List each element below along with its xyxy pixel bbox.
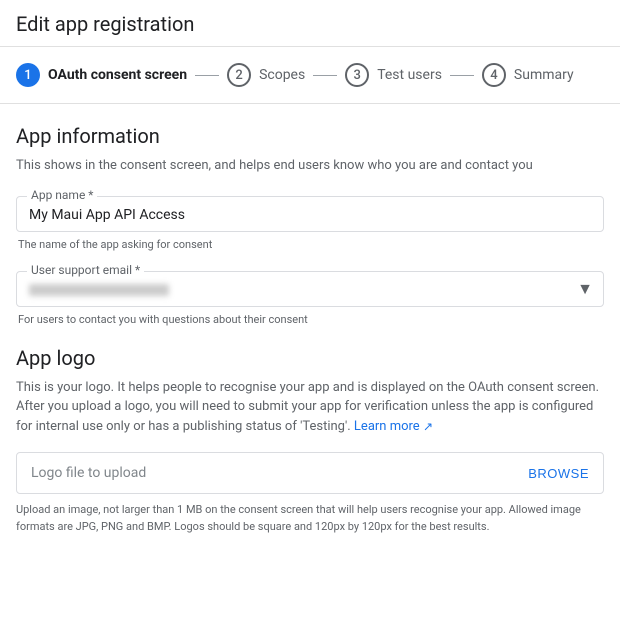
user-email-wrapper[interactable]: User support email * ▼ (16, 271, 604, 307)
app-logo-title: App logo (16, 346, 604, 370)
step-3-circle: 3 (345, 63, 369, 87)
user-email-label: User support email * (27, 263, 144, 277)
logo-upload-label: Logo file to upload (31, 465, 146, 481)
step-3-label: Test users (377, 67, 442, 83)
user-email-display (29, 282, 567, 298)
step-1-circle: 1 (16, 63, 40, 87)
app-name-hint: The name of the app asking for consent (16, 238, 604, 251)
page-header: Edit app registration (0, 0, 620, 47)
app-info-desc: This shows in the consent screen, and he… (16, 156, 604, 176)
app-name-group: App name * The name of the app asking fo… (16, 196, 604, 251)
step-4-label: Summary (514, 67, 574, 83)
app-logo-desc: This is your logo. It helps people to re… (16, 378, 604, 437)
user-email-hint: For users to contact you with questions … (16, 313, 604, 326)
step-divider-2 (313, 75, 337, 76)
step-1-label: OAuth consent screen (48, 67, 187, 83)
step-divider-1 (195, 75, 219, 76)
page-title: Edit app registration (16, 12, 604, 36)
user-email-group: User support email * ▼ For users to cont… (16, 271, 604, 326)
step-3[interactable]: 3 Test users (345, 63, 442, 87)
main-content: App information This shows in the consen… (0, 104, 620, 555)
upload-hint: Upload an image, not larger than 1 MB on… (16, 502, 604, 535)
step-4[interactable]: 4 Summary (482, 63, 574, 87)
external-link-icon: ↗ (423, 419, 433, 433)
learn-more-link[interactable]: Learn more ↗ (354, 419, 433, 434)
stepper: 1 OAuth consent screen 2 Scopes 3 Test u… (0, 47, 620, 104)
step-2-label: Scopes (259, 67, 305, 83)
app-name-wrapper: App name * (16, 196, 604, 232)
step-divider-3 (450, 75, 474, 76)
step-2-circle: 2 (227, 63, 251, 87)
step-4-circle: 4 (482, 63, 506, 87)
app-info-title: App information (16, 124, 604, 148)
browse-button[interactable]: BROWSE (528, 466, 589, 481)
chevron-down-icon: ▼ (577, 279, 593, 299)
step-1[interactable]: 1 OAuth consent screen (16, 63, 187, 87)
logo-upload-box: Logo file to upload BROWSE (16, 452, 604, 494)
app-name-input[interactable] (29, 207, 591, 223)
app-name-label: App name * (27, 188, 97, 202)
step-2[interactable]: 2 Scopes (227, 63, 305, 87)
email-blur-text (29, 284, 169, 296)
